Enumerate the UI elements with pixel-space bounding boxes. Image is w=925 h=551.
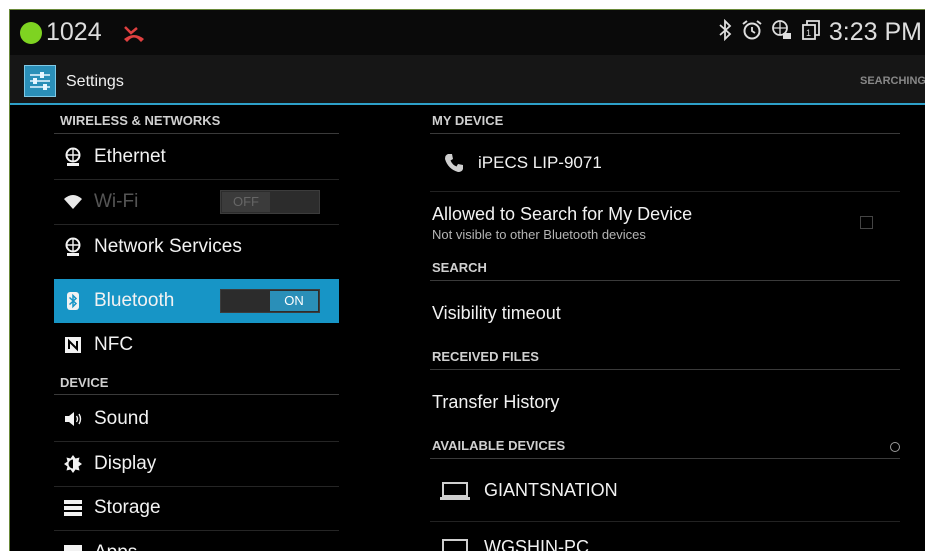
globe-icon bbox=[62, 237, 84, 257]
alarm-icon bbox=[741, 19, 763, 46]
bluetooth-detail-pane: MY DEVICE iPECS LIP-9071 Allowed to Sear… bbox=[430, 105, 900, 551]
globe-icon bbox=[62, 147, 84, 167]
searching-status: SEARCHING bbox=[860, 75, 925, 87]
sidebar-item-label: Bluetooth bbox=[94, 290, 174, 312]
missed-call-icon bbox=[122, 25, 146, 48]
allowed-search-title[interactable]: Allowed to Search for My Device bbox=[432, 204, 692, 225]
svg-text:1: 1 bbox=[806, 28, 811, 38]
sidebar-item-label: Sound bbox=[94, 408, 149, 430]
section-divider bbox=[430, 369, 900, 370]
sidebar-item-label: Storage bbox=[94, 497, 161, 519]
sidebar-item-label: Display bbox=[94, 453, 156, 475]
sidebar-item-sound[interactable]: Sound bbox=[54, 397, 339, 441]
sidebar-item-apps[interactable]: Apps bbox=[54, 531, 339, 551]
laptop-icon bbox=[440, 482, 470, 500]
available-device-row[interactable]: WGSHIN-PC bbox=[440, 537, 589, 551]
sidebar-item-label: NFC bbox=[94, 334, 133, 356]
sidebar-item-label: Wi-Fi bbox=[94, 191, 138, 213]
bluetooth-toggle[interactable]: ON bbox=[220, 289, 320, 313]
visibility-timeout[interactable]: Visibility timeout bbox=[432, 303, 561, 324]
nfc-icon bbox=[62, 337, 84, 353]
page-title: Settings bbox=[66, 73, 124, 91]
status-icons: 1 3:23 PM bbox=[717, 18, 922, 47]
section-divider bbox=[430, 458, 900, 459]
settings-app-icon[interactable] bbox=[24, 65, 56, 97]
scanning-spinner-icon bbox=[890, 442, 900, 452]
bluetooth-icon bbox=[717, 19, 733, 46]
section-header-available-devices: AVAILABLE DEVICES bbox=[430, 438, 896, 453]
sidebar-item-wifi[interactable]: Wi-Fi OFF bbox=[54, 180, 339, 224]
storage-icon bbox=[62, 500, 84, 516]
laptop-icon bbox=[440, 539, 470, 551]
sidebar-item-display[interactable]: Display bbox=[54, 442, 339, 486]
available-device-name: WGSHIN-PC bbox=[484, 537, 589, 551]
allowed-search-subtitle: Not visible to other Bluetooth devices bbox=[432, 227, 646, 242]
apps-icon bbox=[62, 545, 84, 551]
section-header-search: SEARCH bbox=[430, 260, 896, 275]
transfer-history[interactable]: Transfer History bbox=[432, 392, 559, 413]
settings-sidebar: WIRELESS & NETWORKS Ethernet Wi-Fi OFF N… bbox=[54, 105, 339, 551]
brightness-icon bbox=[62, 455, 84, 473]
screen: 1024 1 3:23 PM bbox=[9, 9, 925, 551]
app-notification-icon bbox=[20, 22, 42, 44]
section-divider bbox=[54, 394, 339, 395]
wifi-toggle[interactable]: OFF bbox=[220, 190, 320, 214]
status-count: 1024 bbox=[46, 18, 102, 47]
bluetooth-icon bbox=[62, 292, 84, 310]
sidebar-item-label: Ethernet bbox=[94, 146, 166, 168]
section-divider bbox=[430, 133, 900, 134]
sidebar-item-network-services[interactable]: Network Services bbox=[54, 225, 339, 269]
status-time: 3:23 PM bbox=[829, 18, 922, 47]
section-header-device: DEVICE bbox=[54, 375, 339, 390]
sidebar-item-nfc[interactable]: NFC bbox=[54, 323, 339, 367]
section-header-received-files: RECEIVED FILES bbox=[430, 349, 896, 364]
section-divider bbox=[430, 280, 900, 281]
available-device-name: GIANTSNATION bbox=[484, 480, 618, 501]
speaker-icon bbox=[62, 410, 84, 428]
wifi-icon bbox=[62, 193, 84, 211]
status-bar: 1024 1 3:23 PM bbox=[10, 10, 925, 55]
my-device-row[interactable]: iPECS LIP-9071 bbox=[444, 153, 602, 173]
sidebar-item-storage[interactable]: Storage bbox=[54, 486, 339, 530]
section-header-wireless: WIRELESS & NETWORKS bbox=[54, 113, 339, 128]
screen-icon: 1 bbox=[801, 19, 821, 46]
section-divider bbox=[54, 133, 339, 134]
item-divider bbox=[430, 191, 900, 192]
toggle-label: OFF bbox=[222, 192, 270, 212]
toggle-label: ON bbox=[270, 291, 318, 311]
sidebar-item-ethernet[interactable]: Ethernet bbox=[54, 135, 339, 179]
device-name: iPECS LIP-9071 bbox=[478, 153, 602, 173]
visibility-checkbox[interactable] bbox=[860, 216, 873, 229]
available-device-row[interactable]: GIANTSNATION bbox=[440, 480, 618, 501]
sidebar-item-label: Network Services bbox=[94, 236, 242, 258]
phone-icon bbox=[444, 153, 464, 173]
action-bar: Settings SEARCHING bbox=[10, 55, 925, 105]
item-divider bbox=[430, 521, 900, 522]
section-header-my-device: MY DEVICE bbox=[430, 113, 896, 128]
network-icon bbox=[771, 19, 793, 46]
sidebar-item-bluetooth[interactable]: Bluetooth ON bbox=[54, 279, 339, 323]
